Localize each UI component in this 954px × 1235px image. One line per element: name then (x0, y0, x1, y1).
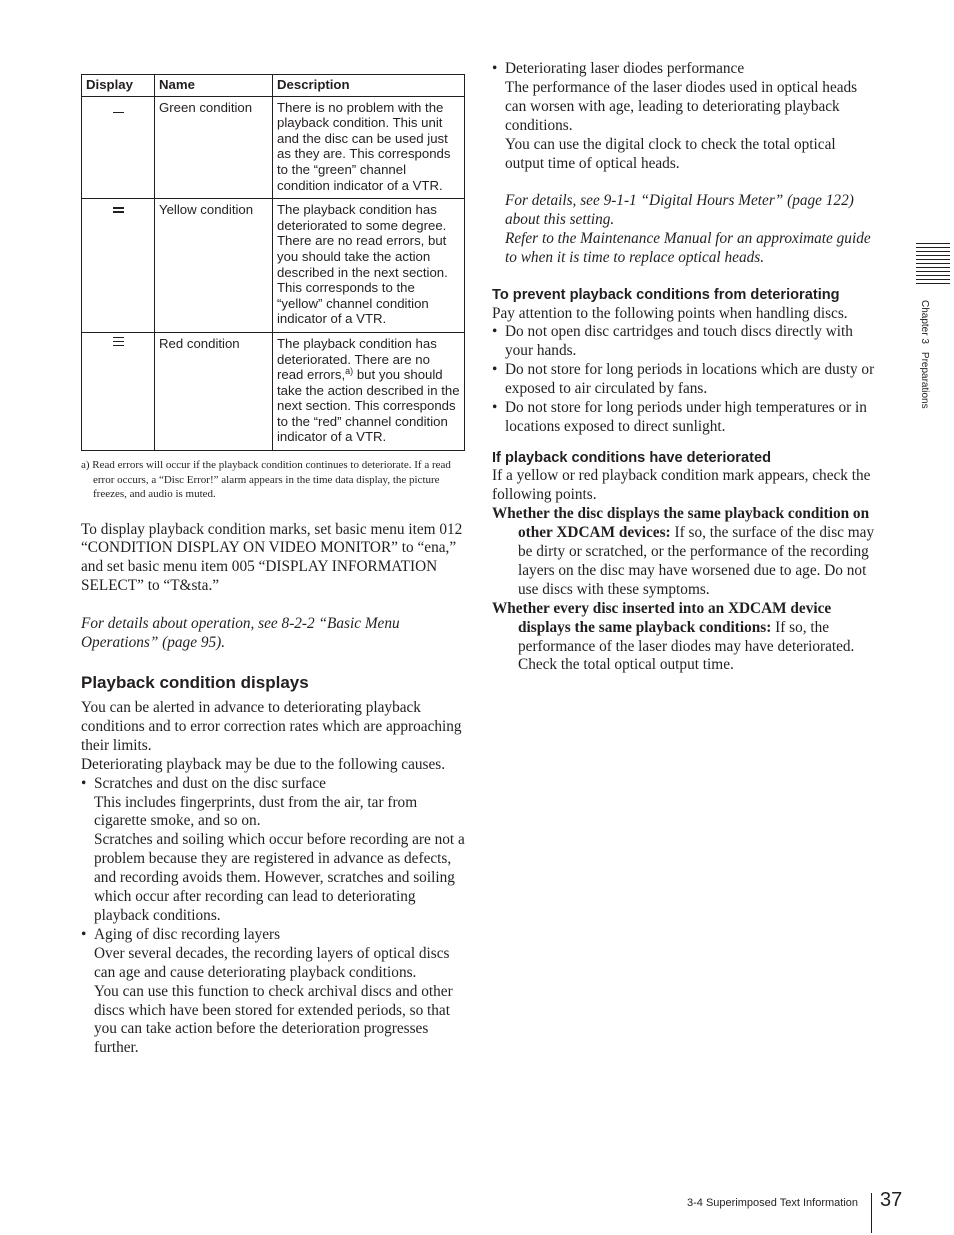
table-row: Green condition There is no problem with… (81, 95, 465, 200)
table-row: Red condition The playback condition has… (81, 331, 465, 452)
right-column: • Deteriorating laser diodes performance… (492, 60, 877, 675)
list-item-text: You can use the digital clock to check t… (505, 135, 836, 172)
single-line-mark-icon (112, 110, 124, 113)
left-column: Display Name Description Green condition… (81, 74, 466, 1058)
list-item-text: This includes fingerprints, dust from th… (94, 793, 418, 830)
list-item: • Do not store for long periods under hig… (492, 399, 867, 435)
list-item: • Aging of disc recording layers Over se… (81, 926, 466, 1058)
footnote-ref[interactable]: a) (345, 366, 353, 376)
table-row: Yellow condition The playback condition … (81, 198, 465, 333)
intro-paragraph: To display playback condition marks, set… (81, 520, 463, 595)
condition-table: Display Name Description Green condition… (81, 74, 465, 452)
bullet-icon: • (492, 60, 498, 77)
description-cell: The playback condition has deteriorated … (272, 198, 465, 333)
name-cell: Yellow condition (154, 198, 273, 333)
section-title: Playback condition displays (81, 673, 309, 692)
bullet-icon: • (81, 925, 87, 943)
list-item-text: Over several decades, the recording laye… (94, 944, 450, 981)
causes-list: • Scratches and dust on the disc surface… (81, 775, 466, 1059)
bullet-icon: • (492, 399, 498, 417)
triple-line-mark-icon (112, 336, 124, 349)
name-cell: Red condition (154, 331, 273, 452)
prevention-list: • Do not open disc cartridges and touch d… (492, 323, 877, 436)
table-header-row: Display Name Description (81, 74, 465, 97)
list-item-text: The performance of the laser diodes used… (505, 78, 858, 134)
chapter-number: Chapter 3 (919, 300, 930, 344)
chapter-tab-marker (916, 243, 950, 287)
list-item-text: Scratches and soiling which occur before… (94, 831, 465, 924)
display-cell (81, 198, 155, 333)
table-footnote: a) Read errors will occur if the playbac… (81, 459, 451, 501)
display-cell (81, 95, 155, 200)
cross-reference: For details, see 9-1-1 “Digital Hours Me… (505, 192, 854, 229)
name-cell: Green condition (154, 95, 273, 200)
bullet-icon: • (492, 361, 498, 379)
description-cell: The playback condition has deteriorated.… (272, 331, 465, 452)
bullet-icon: • (81, 774, 87, 792)
list-item-text: You can use this function to check archi… (94, 982, 453, 1057)
cross-reference: For details about operation, see 8-2-2 “… (81, 615, 400, 652)
subsection-title: If playback conditions have deteriorated (492, 449, 771, 466)
subsection-title: To prevent playback conditions from dete… (492, 287, 840, 304)
page-number: 37 (880, 1189, 903, 1211)
list-item-title: Aging of disc recording layers (94, 925, 281, 943)
bullet-icon: • (492, 323, 498, 341)
paragraph: Pay attention to the following points wh… (492, 304, 848, 322)
list-item: • Do not store for long periods in locati… (492, 361, 875, 398)
footer-divider (871, 1193, 872, 1233)
list-item: • Scratches and dust on the disc surface… (81, 775, 466, 926)
chapter-side-label: Chapter 3 Preparations (919, 300, 930, 417)
cross-reference: Refer to the Maintenance Manual for an a… (505, 230, 871, 267)
header-description: Description (272, 74, 465, 97)
check-item: Whether every disc inserted into an XDCA… (492, 599, 855, 674)
list-item-title: Scratches and dust on the disc surface (94, 774, 326, 792)
causes-list-continued: • Deteriorating laser diodes performance… (492, 60, 877, 268)
header-display: Display (81, 74, 155, 97)
check-item: Whether the disc displays the same playb… (492, 505, 875, 598)
display-cell (81, 331, 155, 452)
paragraph: Deteriorating playback may be due to the… (81, 755, 446, 773)
chapter-title: Preparations (919, 351, 930, 409)
footer-section-title: 3-4 Superimposed Text Information (687, 1197, 858, 1209)
header-name: Name (154, 74, 273, 97)
paragraph: You can be alerted in advance to deterio… (81, 699, 462, 754)
double-line-mark-icon (112, 207, 124, 215)
description-cell: There is no problem with the playback co… (272, 95, 465, 200)
paragraph: If a yellow or red playback condition ma… (492, 467, 871, 504)
list-item: • Deteriorating laser diodes performance… (492, 60, 877, 268)
list-item-title: Deteriorating laser diodes performance (505, 60, 745, 77)
list-item: • Do not open disc cartridges and touch d… (492, 323, 853, 360)
